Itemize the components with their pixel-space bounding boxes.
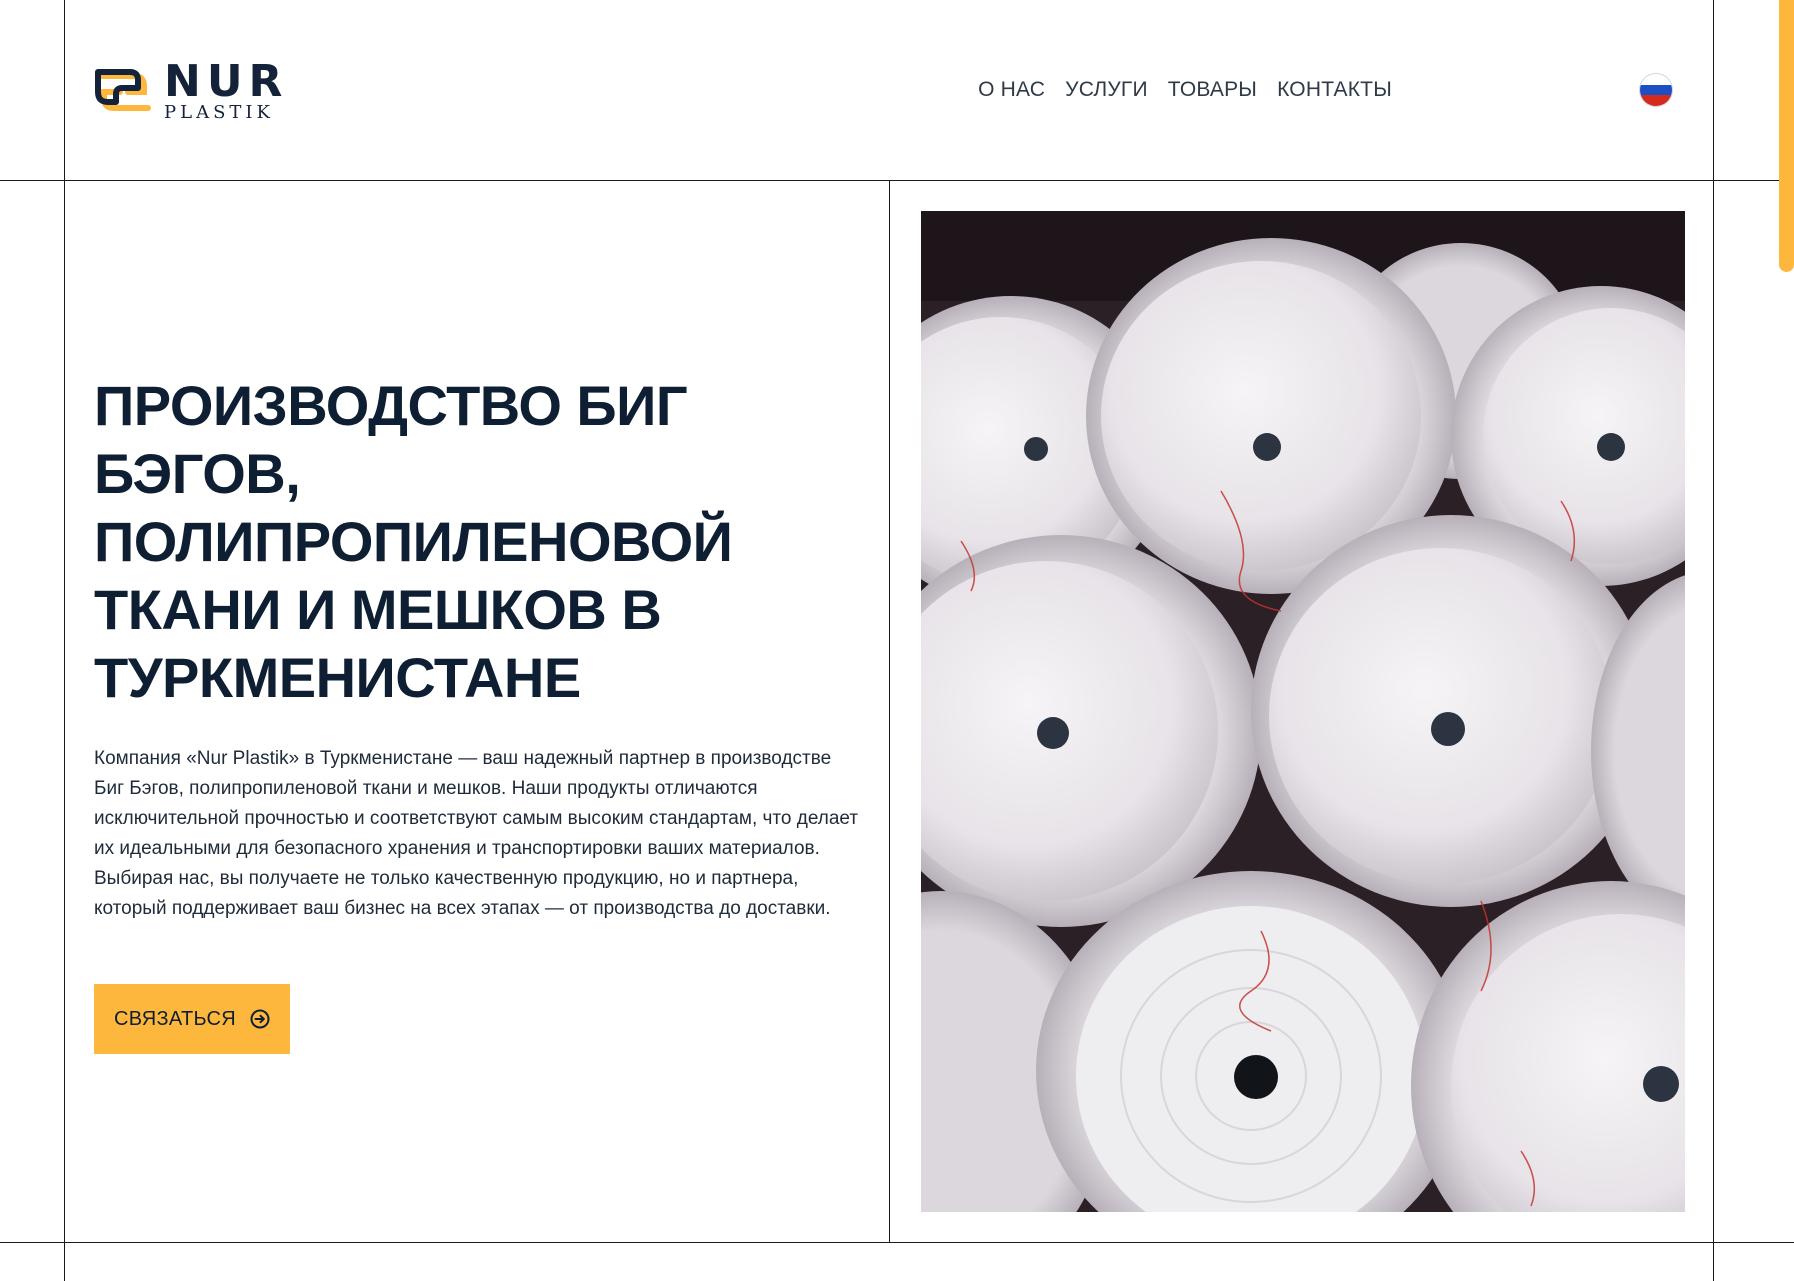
nav-item-contacts[interactable]: КОНТАКТЫ bbox=[1277, 76, 1392, 104]
page-scrollbar-thumb[interactable] bbox=[1779, 0, 1794, 272]
contact-button[interactable]: СВЯЗАТЬСЯ bbox=[94, 984, 290, 1054]
logo-mark-icon bbox=[95, 69, 151, 111]
grid-line-center bbox=[889, 180, 890, 1242]
main-navigation: О НАС УСЛУГИ ТОВАРЫ КОНТАКТЫ bbox=[978, 76, 1392, 104]
grid-line-right bbox=[1713, 0, 1714, 1281]
header-divider bbox=[0, 180, 1794, 181]
nav-item-products[interactable]: ТОВАРЫ bbox=[1168, 76, 1257, 104]
language-switcher-russian-flag-icon[interactable] bbox=[1639, 73, 1673, 107]
logo-wordmark-nur: NUR bbox=[164, 56, 289, 107]
hero-title: Производство Биг Бэгов, полипропиленовой… bbox=[94, 374, 733, 709]
nav-item-services[interactable]: УСЛУГИ bbox=[1065, 76, 1148, 104]
contact-button-label: СВЯЗАТЬСЯ bbox=[114, 1007, 236, 1030]
polypropylene-fabric-rolls-photo bbox=[921, 211, 1685, 1212]
hero-description: Компания «Nur Plastik» в Туркменистане —… bbox=[94, 748, 859, 919]
grid-line-left bbox=[64, 0, 65, 1281]
site-logo[interactable]: NUR PLASTIK bbox=[94, 58, 282, 128]
nav-item-about[interactable]: О НАС bbox=[978, 76, 1045, 104]
section-divider bbox=[0, 1242, 1794, 1243]
logo-wordmark-plastik: PLASTIK bbox=[164, 102, 274, 123]
arrow-right-circle-icon bbox=[250, 1009, 270, 1029]
